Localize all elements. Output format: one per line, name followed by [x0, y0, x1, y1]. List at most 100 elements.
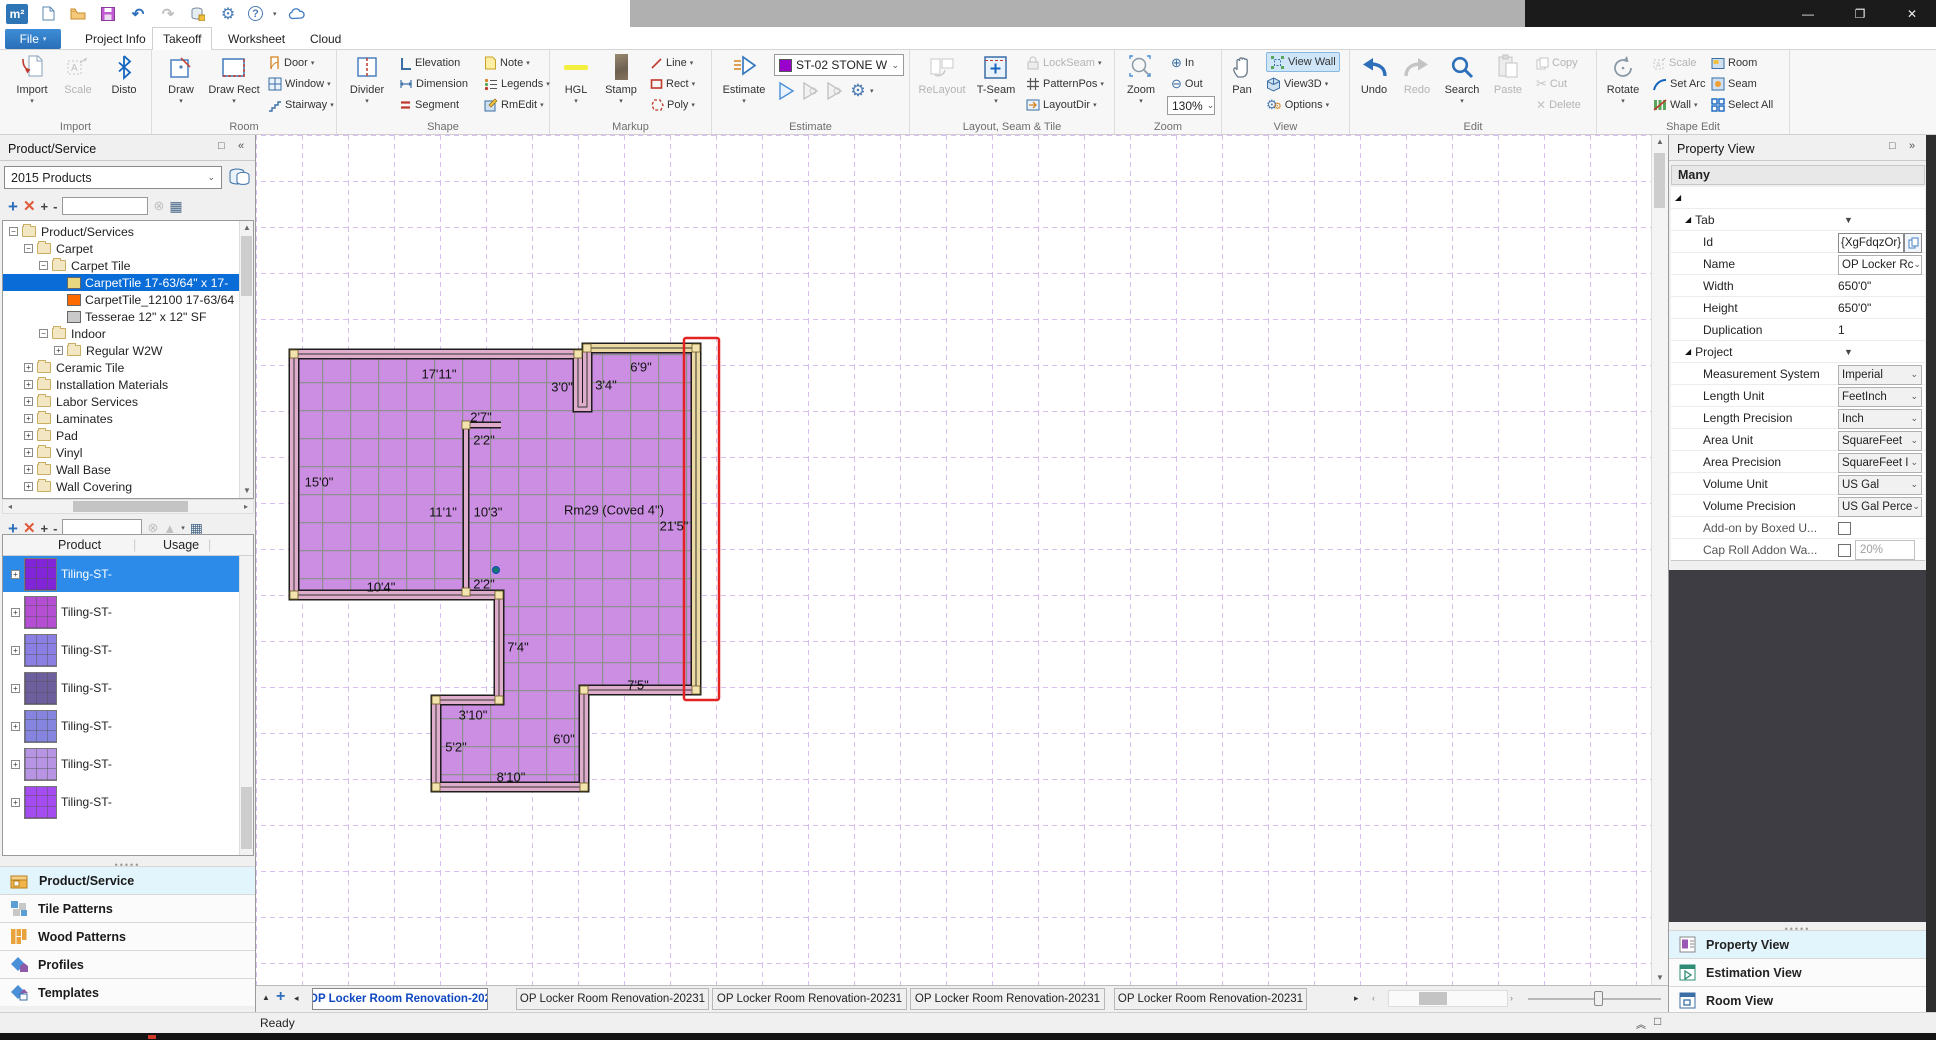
view-wall-button[interactable]: View Wall [1266, 52, 1340, 72]
property-row-area-unit[interactable]: Area Unit SquareFeet ⌄ [1671, 429, 1925, 451]
zoom-out-button[interactable]: ⊖ Out [1171, 74, 1203, 94]
column-usage[interactable]: Usage [163, 538, 199, 552]
draw-rect-button[interactable]: Draw Rect ▾ [206, 52, 262, 108]
view-button-estimation[interactable]: Estimation View [1669, 958, 1926, 986]
elevation-button[interactable]: Elevation [399, 53, 460, 73]
view-button-property[interactable]: Property View [1669, 930, 1926, 958]
tree-item[interactable]: − Carpet [3, 240, 253, 257]
sheet-menu-icon[interactable]: ▲ [262, 993, 270, 1002]
divider-button[interactable]: Divider ▾ [345, 52, 389, 108]
volume-unit-dropdown[interactable]: US Gal ⌄ [1838, 474, 1922, 495]
stamp-button[interactable]: Stamp ▾ [600, 52, 642, 108]
delete-button[interactable]: ✕ Delete [1536, 95, 1581, 115]
measurement-system-dropdown[interactable]: Imperial ⌄ [1838, 364, 1922, 385]
add-product-icon[interactable]: + [8, 198, 18, 215]
disto-button[interactable]: Disto [104, 52, 144, 96]
lockseam-button[interactable]: LockSeam ▾ [1026, 53, 1102, 73]
usage-row[interactable]: + Tiling-ST- [3, 594, 253, 630]
settings-gear-icon[interactable]: ⚙ [218, 4, 238, 24]
delete-product-icon[interactable]: ✕ [23, 197, 36, 215]
canvas-horizontal-scrollbar[interactable] [1388, 990, 1508, 1007]
collapse-tabs-icon[interactable]: ︽ [1636, 1016, 1646, 1031]
property-section-tab[interactable]: ◢ Tab ▼ [1671, 209, 1925, 231]
window-button[interactable]: Window ▾ [268, 74, 331, 94]
property-collapse-icon[interactable]: » [1909, 140, 1915, 152]
zoom-button[interactable]: Zoom ▾ [1119, 52, 1163, 108]
next-sheet-icon[interactable]: ▸ [1354, 993, 1359, 1004]
tree-vertical-scrollbar[interactable]: ▲ ▼ [239, 221, 253, 498]
nav-profiles[interactable]: Profiles [0, 950, 255, 978]
relayout-button[interactable]: ReLayout [916, 52, 968, 96]
drawing-canvas[interactable]: 17'11" 6'9" 3'0" 3'4" 2'7" 2'2" 15'0" 11… [256, 135, 1668, 1012]
draw-button[interactable]: Draw ▾ [160, 52, 202, 108]
help-icon[interactable]: ? [248, 6, 263, 21]
tab-takeoff[interactable]: Takeoff [152, 27, 213, 51]
line-button[interactable]: Line ▾ [650, 53, 693, 73]
clear-filter-icon[interactable]: ⊗ [153, 198, 164, 214]
usage-row-selected[interactable]: + Tiling-ST- [3, 556, 253, 592]
note-button[interactable]: Note ▾ [484, 53, 530, 73]
property-row-name[interactable]: Name OP Locker Rc ⌄ [1671, 253, 1925, 275]
sheet-tab[interactable]: OP Locker Room Renovation-20231 [516, 988, 709, 1010]
property-row-addon[interactable]: Add-on by Boxed U... [1671, 517, 1925, 539]
sheet-tab[interactable]: OP Locker Room Renovation-20231 [1114, 988, 1307, 1010]
usage-row[interactable]: + Tiling-ST- [3, 784, 253, 820]
tseam-button[interactable]: T-Seam ▾ [972, 52, 1020, 108]
scale-shape-button[interactable]: A Scale [1653, 53, 1697, 73]
property-row-id[interactable]: Id {XgFdqzOr} [1671, 231, 1925, 253]
expand-icon[interactable]: + [41, 199, 49, 214]
minimize-button[interactable]: — [1786, 0, 1830, 27]
tree-item[interactable]: − Indoor [3, 325, 253, 342]
sheet-tab[interactable]: OP Locker Room Renovation-20231 [712, 988, 907, 1010]
usage-row[interactable]: + Tiling-ST- [3, 746, 253, 782]
estimate-settings-gear-icon[interactable]: ⚙ [846, 80, 870, 102]
estimate-product-dropdown[interactable]: ST-02 STONE W ⌄ [774, 54, 904, 76]
view3d-button[interactable]: View3D ▾ [1266, 74, 1328, 94]
tree-item[interactable]: + Installation Materials [3, 376, 253, 393]
search-button[interactable]: Search ▾ [1440, 52, 1484, 108]
name-dropdown[interactable]: OP Locker Rc ⌄ [1838, 254, 1922, 275]
tree-item[interactable]: + Regular W2W [3, 342, 253, 359]
addon-checkbox[interactable] [1838, 521, 1851, 535]
nav-product-service[interactable]: Product/Service [0, 866, 255, 894]
area-precision-dropdown[interactable]: SquareFeet I ⌄ [1838, 452, 1922, 473]
tree-item[interactable]: − Product/Services [3, 223, 253, 240]
open-folder-icon[interactable] [68, 4, 88, 24]
property-float-icon[interactable]: □ [1889, 140, 1896, 152]
property-row-cap-roll[interactable]: Cap Roll Addon Wa... 20% [1671, 539, 1925, 561]
dimension-button[interactable]: Dimension [399, 74, 468, 94]
rect-button[interactable]: Rect ▾ [650, 74, 695, 94]
file-menu-button[interactable]: File ▾ [5, 29, 61, 49]
undo-quick-icon[interactable]: ↶ [128, 4, 148, 24]
import-button[interactable]: Import ▾ [10, 52, 54, 108]
canvas-vertical-scrollbar[interactable]: ▲ ▼ [1651, 135, 1668, 985]
area-unit-dropdown[interactable]: SquareFeet ⌄ [1838, 430, 1922, 451]
wall-button[interactable]: Wall ▾ [1653, 95, 1698, 115]
panel-collapse-icon[interactable]: « [238, 140, 244, 152]
tree-item[interactable]: + Vinyl [3, 444, 253, 461]
panel-float-icon[interactable]: □ [218, 140, 225, 152]
tab-worksheet[interactable]: Worksheet [218, 27, 295, 50]
restore-layout-icon[interactable]: □ [1654, 1014, 1661, 1028]
scale-button[interactable]: A Scale [58, 52, 98, 96]
tree-item[interactable]: CarpetTile_12100 17-63/64 [3, 291, 253, 308]
options-button[interactable]: ⚙⚙ Options ▾ [1266, 95, 1329, 115]
length-precision-dropdown[interactable]: Inch ⌄ [1838, 408, 1922, 429]
property-row-volume-precision[interactable]: Volume Precision US Gal Perce ⌄ [1671, 495, 1925, 517]
tree-horizontal-scrollbar[interactable]: ◂ ▸ [2, 499, 254, 514]
nav-tile-patterns[interactable]: Tile Patterns [0, 894, 255, 922]
sheet-tab[interactable]: OP Locker Room Renovation-20231 [910, 988, 1105, 1010]
nav-templates[interactable]: Templates [0, 978, 255, 1006]
tree-item[interactable]: + Laminates [3, 410, 253, 427]
cut-button[interactable]: ✂ Cut [1536, 74, 1567, 94]
zoom-level-dropdown[interactable]: 130% ⌄ [1167, 96, 1215, 115]
sheet-tab-active[interactable]: OP Locker Room Renovation-202 [312, 988, 488, 1010]
save-icon[interactable] [98, 4, 118, 24]
hscroll-left-icon[interactable]: ‹ [1372, 993, 1375, 1003]
usage-vertical-scrollbar[interactable] [239, 556, 253, 855]
paste-button[interactable]: Paste [1488, 52, 1528, 96]
rmedit-button[interactable]: RmEdit ▾ [484, 95, 544, 115]
pan-button[interactable]: Pan [1224, 52, 1260, 96]
redo-quick-icon[interactable]: ↷ [158, 4, 178, 24]
new-document-icon[interactable] [38, 4, 58, 24]
